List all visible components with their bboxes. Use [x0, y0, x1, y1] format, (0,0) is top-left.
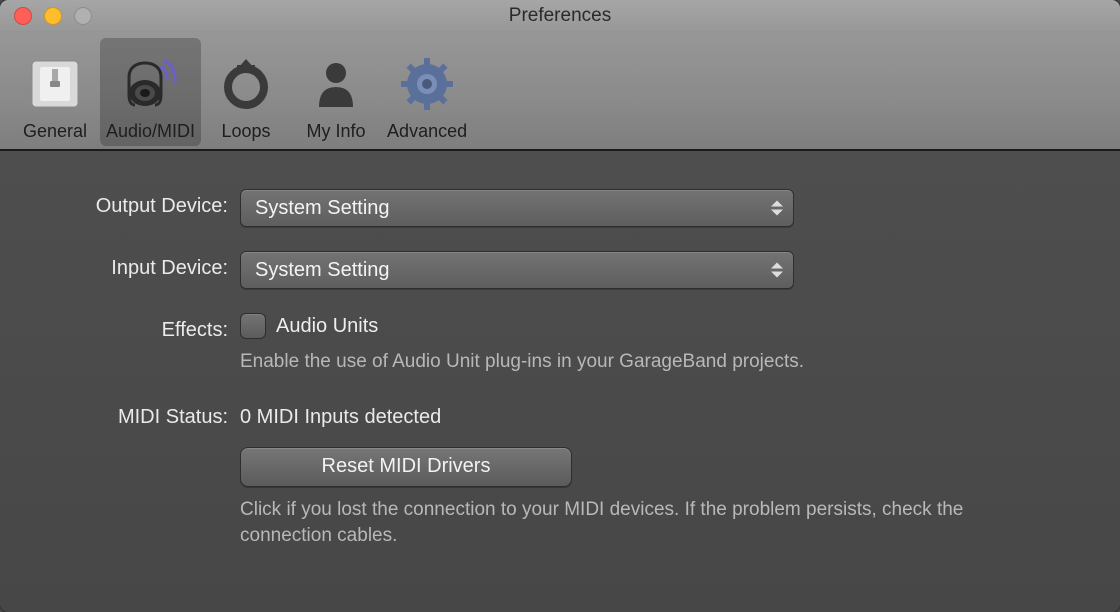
tab-label: Loops — [222, 121, 271, 142]
audio-units-checkbox[interactable] — [240, 313, 266, 339]
titlebar: Preferences — [0, 0, 1120, 32]
content-panel: Output Device: System Setting Input Devi… — [0, 151, 1120, 612]
tab-my-info[interactable]: My Info — [291, 38, 381, 146]
minimize-button[interactable] — [44, 7, 62, 25]
tab-audio-midi[interactable]: Audio/MIDI — [100, 38, 201, 146]
gear-icon — [401, 49, 453, 119]
input-device-row: Input Device: System Setting — [40, 251, 1080, 289]
audio-units-label: Audio Units — [276, 315, 378, 338]
traffic-lights — [0, 7, 92, 25]
midi-status-label: MIDI Status: — [40, 400, 240, 429]
tab-advanced[interactable]: Advanced — [381, 38, 473, 146]
reset-midi-button-label: Reset MIDI Drivers — [322, 455, 491, 478]
midi-status-value: 0 MIDI Inputs detected — [240, 400, 1060, 429]
output-device-row: Output Device: System Setting — [40, 189, 1080, 227]
loop-icon — [219, 49, 273, 119]
input-device-select[interactable]: System Setting — [240, 251, 794, 289]
person-icon — [311, 49, 361, 119]
reset-midi-drivers-button[interactable]: Reset MIDI Drivers — [240, 447, 572, 487]
effects-helper-text: Enable the use of Audio Unit plug-ins in… — [240, 349, 1060, 376]
output-device-select[interactable]: System Setting — [240, 189, 794, 227]
effects-row: Effects: Audio Units Enable the use of A… — [40, 313, 1080, 376]
zoom-button[interactable] — [74, 7, 92, 25]
toolbar: General Audio/MIDI — [0, 32, 1120, 151]
effects-label: Effects: — [40, 313, 240, 342]
tab-label: General — [23, 121, 87, 142]
output-device-label: Output Device: — [40, 189, 240, 218]
output-device-value: System Setting — [255, 197, 390, 220]
chevron-updown-icon — [771, 201, 783, 216]
speaker-icon — [119, 49, 183, 119]
midi-status-row: MIDI Status: 0 MIDI Inputs detected Rese… — [40, 400, 1080, 550]
midi-helper-text: Click if you lost the connection to your… — [240, 497, 1060, 550]
chevron-updown-icon — [771, 263, 783, 278]
tab-general[interactable]: General — [10, 38, 100, 146]
close-button[interactable] — [14, 7, 32, 25]
tab-loops[interactable]: Loops — [201, 38, 291, 146]
tab-label: Advanced — [387, 121, 467, 142]
input-device-label: Input Device: — [40, 251, 240, 280]
toggle-switch-icon — [26, 49, 84, 119]
input-device-value: System Setting — [255, 259, 390, 282]
tab-label: My Info — [307, 121, 366, 142]
window-title: Preferences — [509, 5, 611, 27]
tab-label: Audio/MIDI — [106, 121, 195, 142]
preferences-window: Preferences General — [0, 0, 1120, 612]
